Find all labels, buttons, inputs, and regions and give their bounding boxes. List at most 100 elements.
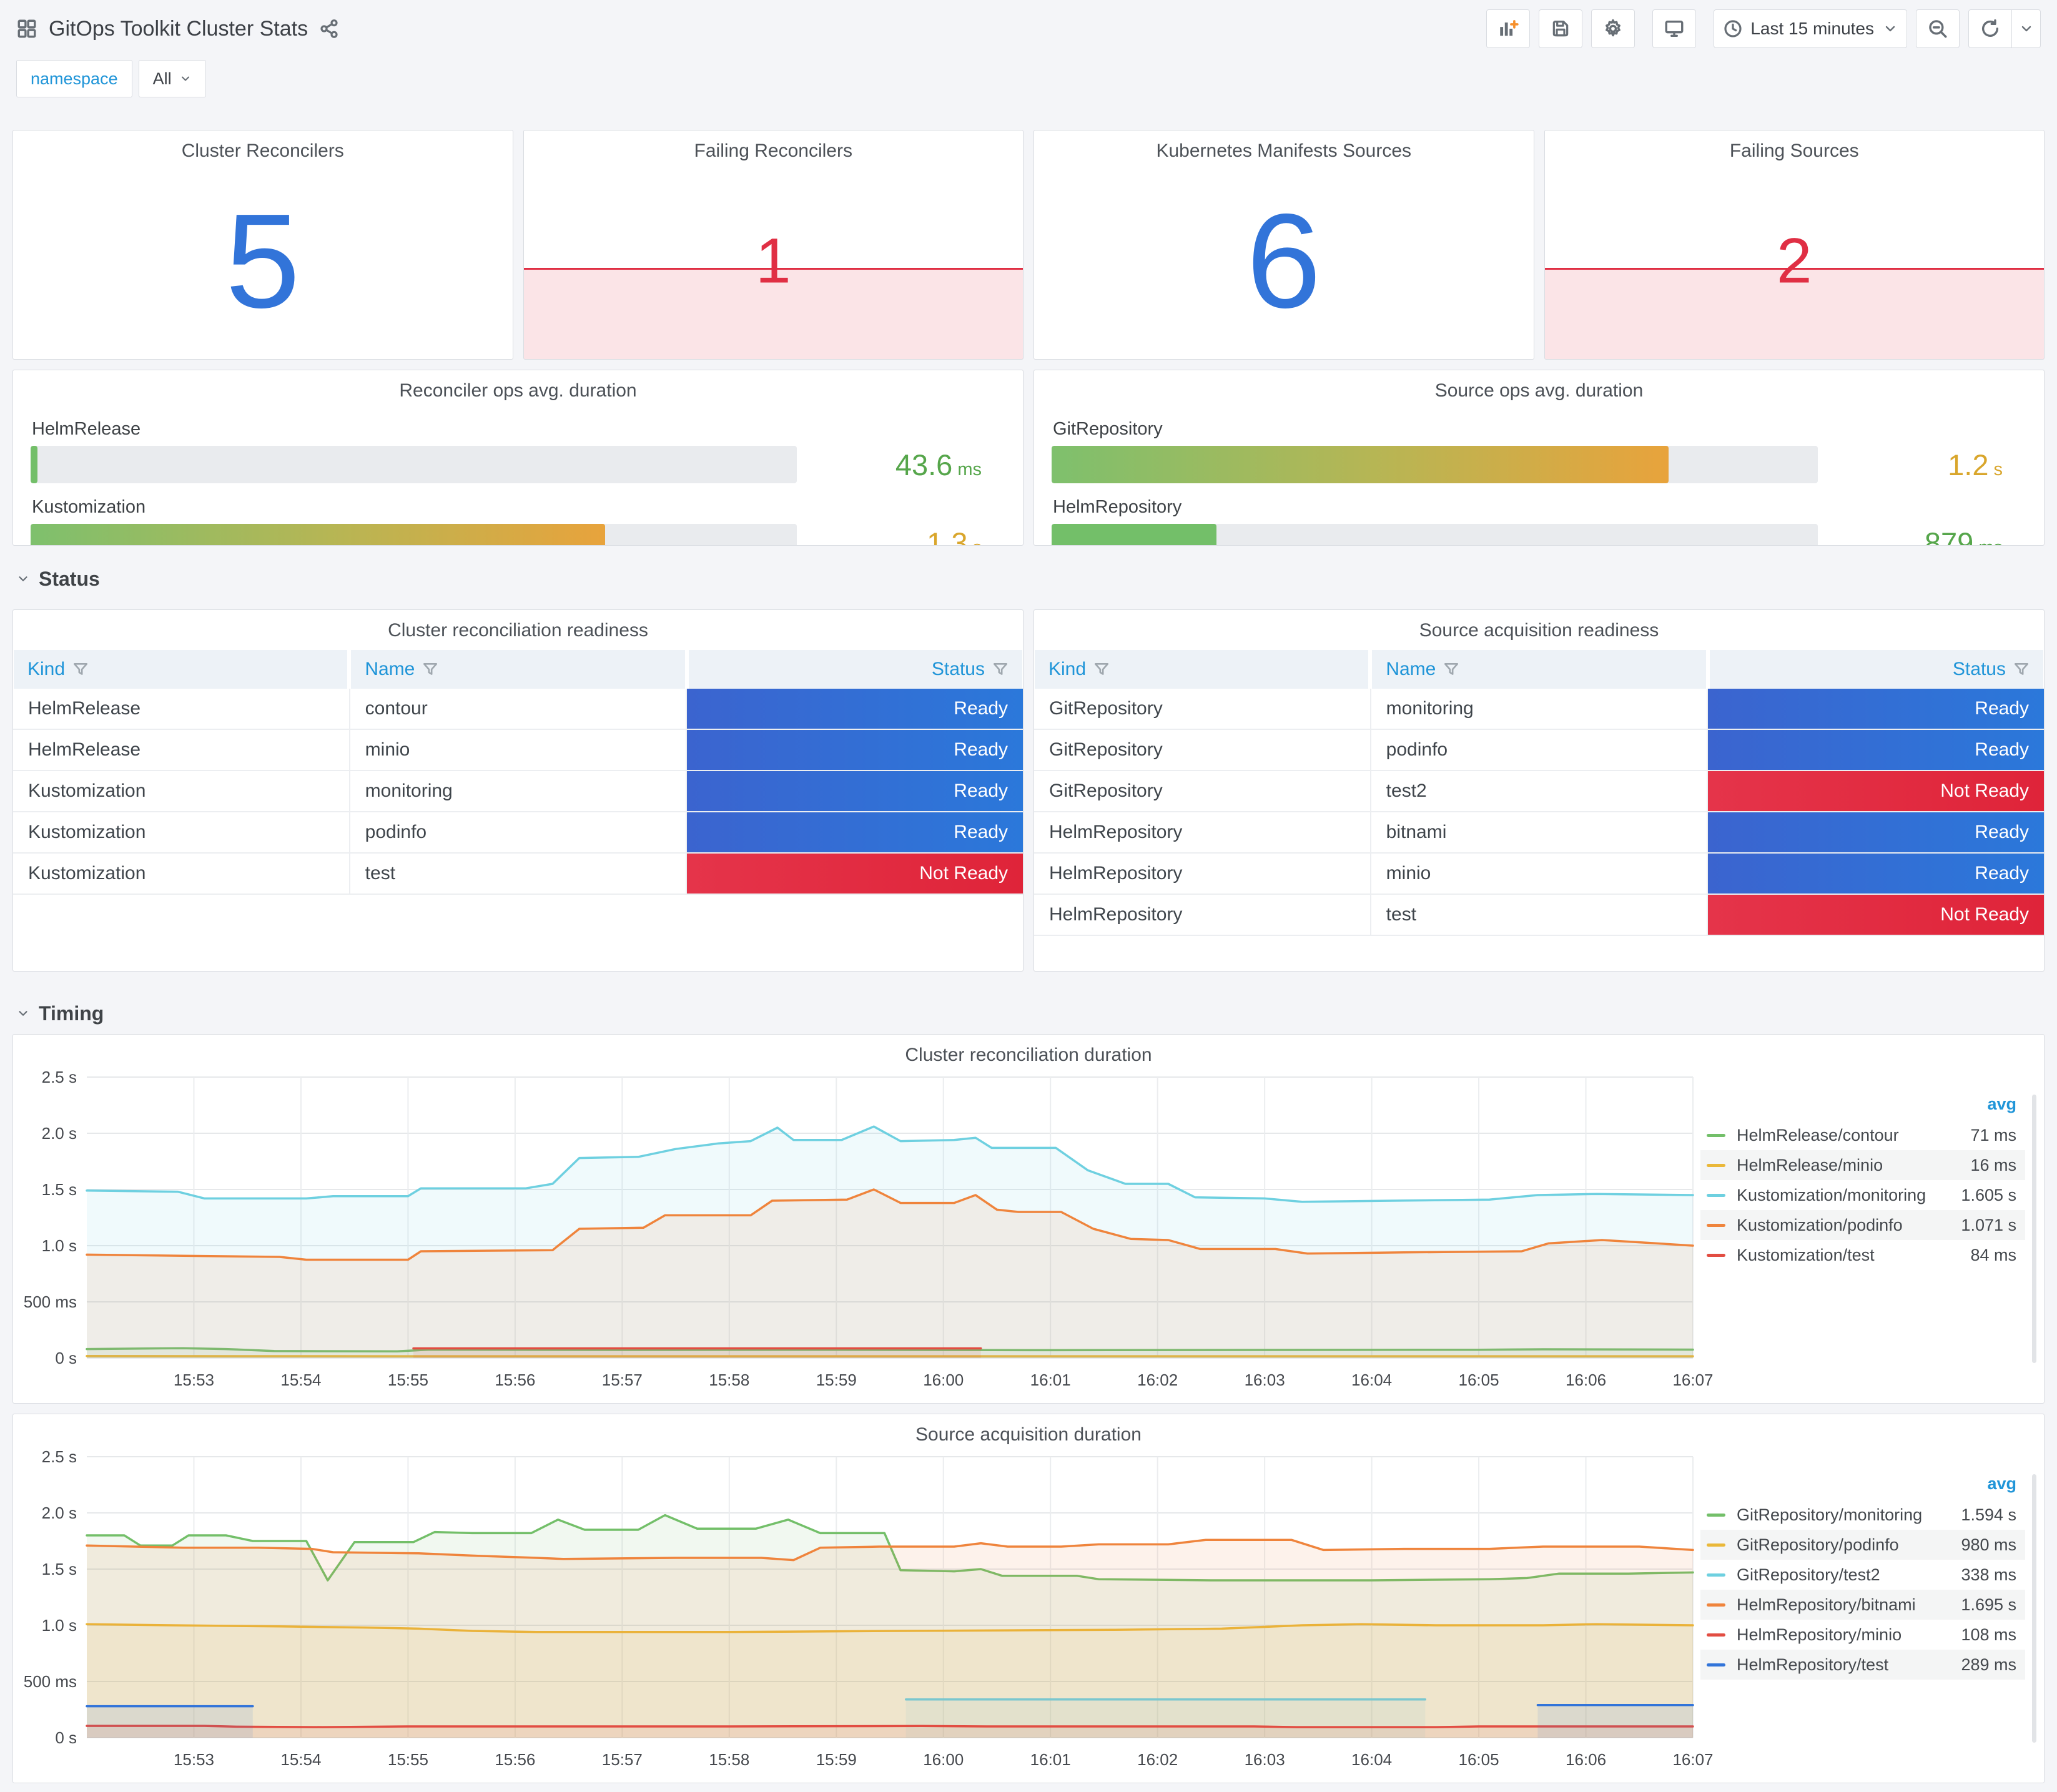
legend-item[interactable]: HelmRepository/bitnami 1.695 s [1700, 1590, 2025, 1620]
panel-title[interactable]: Source acquisition readiness [1034, 610, 2044, 641]
panel-title[interactable]: Kubernetes Manifests Sources [1034, 130, 1534, 162]
legend-avg-header[interactable]: avg [1700, 1472, 2025, 1500]
stats-row: Cluster Reconcilers 5 Failing Reconciler… [12, 130, 2045, 360]
variable-value-dropdown[interactable]: All [138, 60, 206, 97]
cell-name: test [350, 854, 688, 894]
panel-title[interactable]: Reconciler ops avg. duration [13, 370, 1023, 401]
svg-text:15:56: 15:56 [495, 1750, 535, 1769]
variable-value: All [152, 69, 172, 88]
cycle-view-button[interactable] [1652, 9, 1697, 48]
legend-item[interactable]: Kustomization/podinfo 1.071 s [1700, 1210, 2025, 1240]
legend-item[interactable]: GitRepository/podinfo 980 ms [1700, 1530, 2025, 1560]
status-badge: Ready [687, 771, 1023, 811]
column-header-status[interactable]: Status [1709, 650, 2043, 689]
zoom-out-button[interactable] [1916, 9, 1960, 48]
legend-series-name[interactable]: Kustomization/monitoring [1737, 1186, 1961, 1205]
stat-value: 5 [225, 185, 300, 336]
cell-kind: Kustomization [13, 771, 350, 811]
row-toggle-status[interactable]: Status [16, 562, 2057, 596]
column-header-kind[interactable]: Kind [1035, 650, 1369, 689]
svg-text:15:57: 15:57 [602, 1371, 643, 1389]
svg-text:16:00: 16:00 [923, 1371, 964, 1389]
gauge-track [1052, 446, 1818, 483]
legend-item[interactable]: HelmRepository/test 289 ms [1700, 1650, 2025, 1680]
gauge-row: 43.6 ms [31, 446, 1005, 483]
panel-title[interactable]: Failing Reconcilers [524, 130, 1024, 162]
time-series-plot[interactable]: 0 s 500 ms 1.0 s 1.5 s 2.0 s 2.5 s 15:53 15:54 1… [13, 1447, 1714, 1781]
legend-scrollbar[interactable] [2032, 1095, 2036, 1363]
svg-text:15:58: 15:58 [709, 1750, 749, 1769]
legend-scrollbar[interactable] [2032, 1474, 2036, 1743]
filter-icon[interactable] [2013, 661, 2030, 677]
filter-icon[interactable] [1093, 661, 1110, 677]
legend-series-swatch [1707, 1163, 1725, 1167]
save-icon [1551, 19, 1571, 39]
time-range-picker[interactable]: Last 15 minutes [1714, 9, 1907, 48]
table-row: Kustomization test Not Ready [13, 854, 1023, 895]
filter-icon[interactable] [992, 661, 1009, 677]
refresh-interval-dropdown[interactable] [2012, 9, 2041, 48]
column-header-status[interactable]: Status [688, 650, 1022, 689]
apps-grid-icon[interactable] [16, 18, 37, 39]
gauge-bar [31, 524, 606, 545]
refresh-button[interactable] [1968, 9, 2012, 48]
legend-series-swatch [1707, 1513, 1725, 1517]
legend-series-name[interactable]: Kustomization/podinfo [1737, 1216, 1961, 1235]
table-row: Kustomization podinfo Ready [13, 812, 1023, 854]
panel-title[interactable]: Source ops avg. duration [1034, 370, 2044, 401]
row-toggle-timing[interactable]: Timing [16, 997, 2057, 1030]
svg-text:1.0 s: 1.0 s [42, 1616, 77, 1635]
legend-series-swatch [1707, 1603, 1725, 1607]
legend-avg-header[interactable]: avg [1700, 1092, 2025, 1120]
gear-icon [1602, 18, 1624, 39]
stat-panel-manifests-sources: Kubernetes Manifests Sources 6 [1033, 130, 1534, 360]
legend-series-name[interactable]: GitRepository/podinfo [1737, 1535, 1961, 1555]
legend-item[interactable]: Kustomization/monitoring 1.605 s [1700, 1180, 2025, 1210]
legend-item[interactable]: HelmRelease/minio 16 ms [1700, 1150, 2025, 1180]
svg-text:15:54: 15:54 [280, 1371, 321, 1389]
legend-series-name[interactable]: HelmRepository/minio [1737, 1625, 1961, 1645]
dashboard-settings-button[interactable] [1591, 9, 1635, 48]
cell-kind: HelmRelease [13, 730, 350, 770]
panel-title[interactable]: Failing Sources [1545, 130, 2045, 162]
legend-series-name[interactable]: GitRepository/test2 [1737, 1565, 1961, 1585]
legend-item[interactable]: GitRepository/monitoring 1.594 s [1700, 1500, 2025, 1530]
legend-item[interactable]: GitRepository/test2 338 ms [1700, 1560, 2025, 1590]
legend-series-name[interactable]: HelmRelease/minio [1737, 1156, 1970, 1175]
legend-series-swatch [1707, 1543, 1725, 1547]
legend-item[interactable]: HelmRepository/minio 108 ms [1700, 1620, 2025, 1650]
legend-series-name[interactable]: HelmRepository/test [1737, 1655, 1961, 1675]
filter-icon[interactable] [1443, 661, 1459, 677]
refresh-icon [1980, 18, 2001, 39]
legend-series-name[interactable]: GitRepository/monitoring [1737, 1505, 1961, 1525]
legend-series-name[interactable]: HelmRepository/bitnami [1737, 1595, 1961, 1615]
status-badge: Ready [1708, 812, 2044, 852]
filter-icon[interactable] [72, 661, 89, 677]
legend-series-swatch [1707, 1193, 1725, 1197]
legend-series-name[interactable]: Kustomization/test [1737, 1246, 1970, 1265]
table-row: HelmRelease contour Ready [13, 689, 1023, 730]
panel-title[interactable]: Source acquisition duration [13, 1414, 2044, 1445]
column-header-name[interactable]: Name [351, 650, 685, 689]
column-header-name[interactable]: Name [1372, 650, 1706, 689]
filter-icon[interactable] [422, 661, 438, 677]
legend-series-name[interactable]: HelmRelease/contour [1737, 1126, 1970, 1145]
status-badge: Ready [1708, 730, 2044, 770]
panel-title[interactable]: Cluster reconciliation readiness [13, 610, 1023, 641]
panel-title[interactable]: Cluster reconciliation duration [13, 1035, 2044, 1066]
svg-text:16:01: 16:01 [1030, 1750, 1071, 1769]
share-icon[interactable] [319, 19, 339, 39]
legend-item[interactable]: HelmRelease/contour 71 ms [1700, 1120, 2025, 1150]
column-header-kind[interactable]: Kind [14, 650, 348, 689]
table-header: Kind Name Status [1034, 650, 2044, 689]
add-panel-button[interactable] [1486, 9, 1531, 48]
save-dashboard-button[interactable] [1539, 9, 1583, 48]
legend-item[interactable]: Kustomization/test 84 ms [1700, 1240, 2025, 1270]
time-series-plot[interactable]: 0 s 500 ms 1.0 s 1.5 s 2.0 s 2.5 s 15:53 15:54 1… [13, 1067, 1714, 1402]
tables-row: Cluster reconciliation readiness Kind Na… [12, 609, 2045, 972]
table-row: GitRepository monitoring Ready [1034, 689, 2044, 730]
chevron-down-icon [1883, 21, 1898, 36]
panel-title[interactable]: Cluster Reconcilers [13, 130, 513, 162]
svg-text:15:56: 15:56 [495, 1371, 535, 1389]
variable-label-namespace[interactable]: namespace [16, 60, 132, 97]
